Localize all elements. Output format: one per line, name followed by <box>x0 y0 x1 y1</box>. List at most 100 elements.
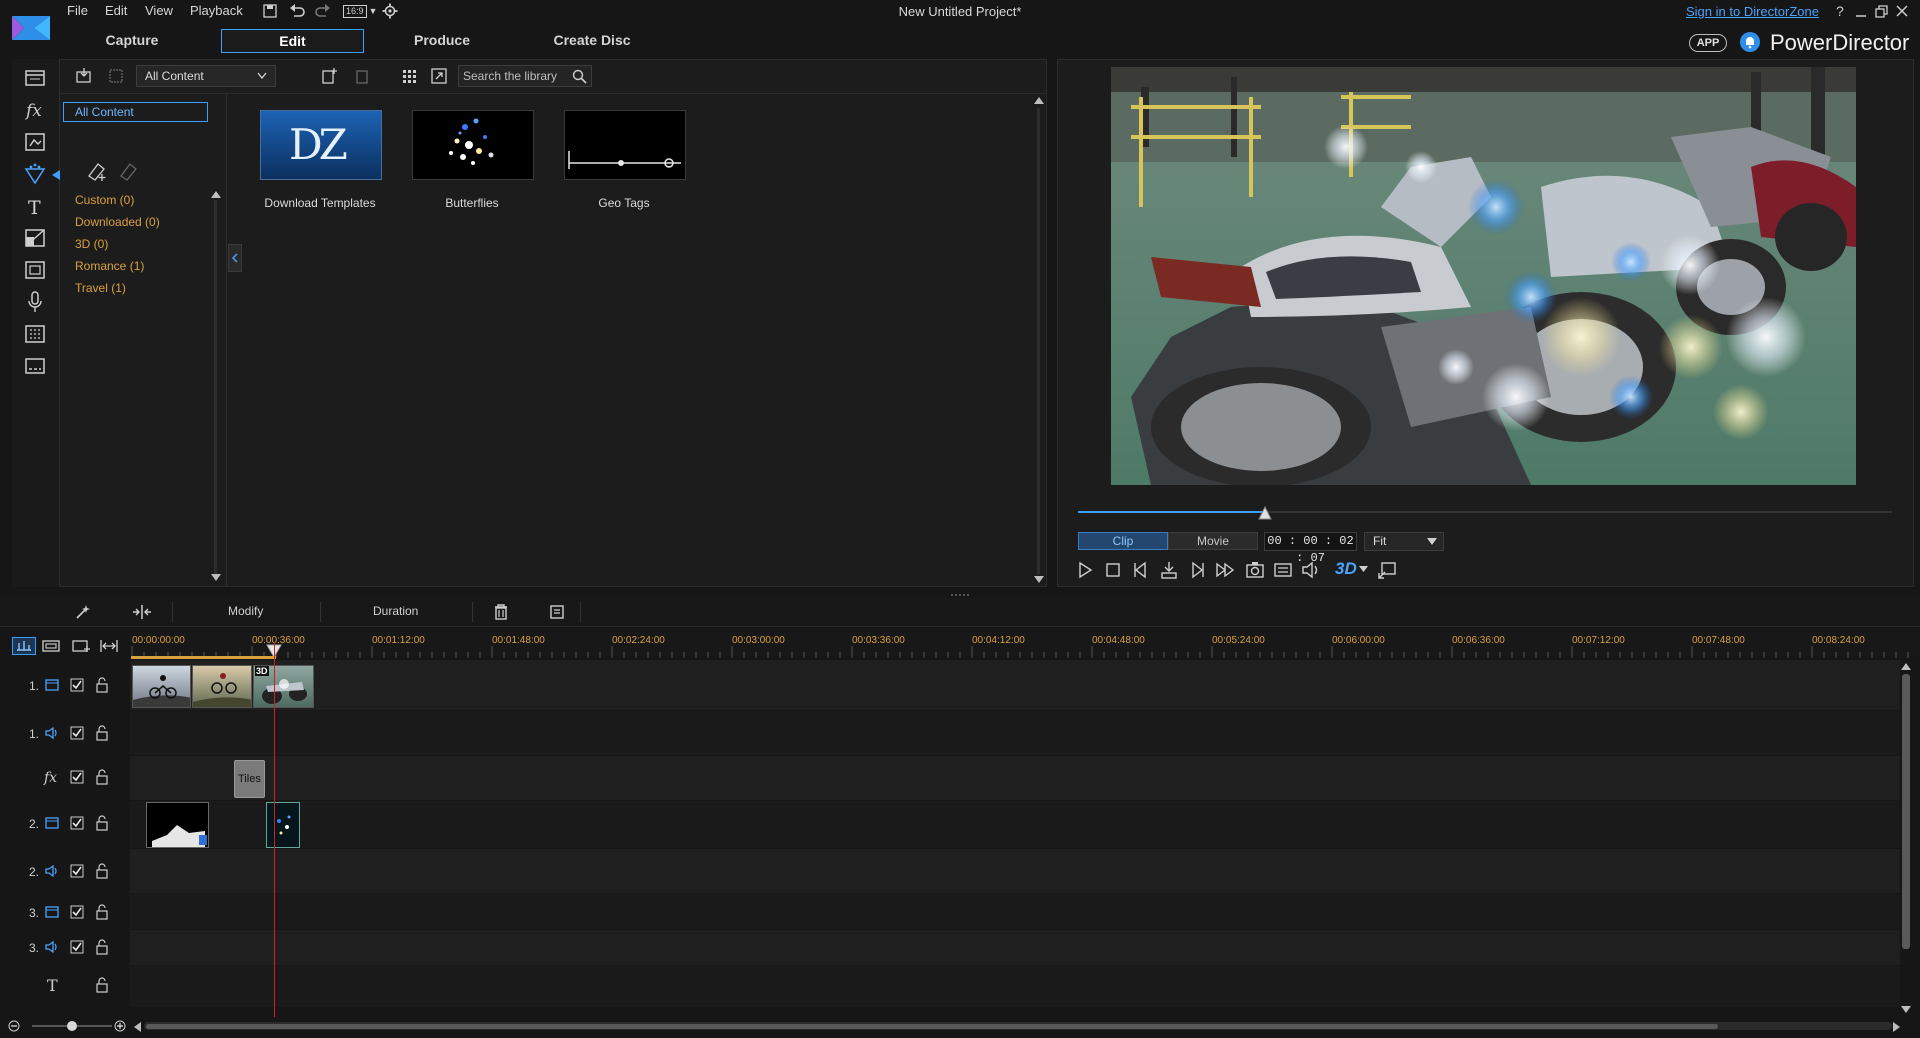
more-features-icon[interactable] <box>548 603 566 621</box>
library-scrollbar[interactable] <box>1037 108 1040 574</box>
preview-video-frame[interactable] <box>1111 67 1856 485</box>
video-clip-butterflies[interactable] <box>266 802 300 848</box>
minimize-icon[interactable] <box>1855 6 1867 18</box>
track-video-3[interactable] <box>130 894 1900 930</box>
collapse-panel-button[interactable] <box>228 244 242 272</box>
menu-edit[interactable]: Edit <box>105 3 127 18</box>
expand-library-icon[interactable] <box>430 67 448 85</box>
add-new-template-icon[interactable] <box>320 67 338 85</box>
restore-icon[interactable] <box>1875 5 1888 18</box>
work-area-range[interactable] <box>131 656 276 659</box>
aspect-ratio-selector[interactable]: 16:9 ▼ <box>343 3 377 19</box>
plugins-icon[interactable] <box>107 67 125 85</box>
category-scroll-down-icon[interactable] <box>211 574 221 582</box>
chevron-down-icon[interactable] <box>1359 566 1368 573</box>
remove-tag-icon[interactable] <box>118 160 140 182</box>
app-button[interactable]: APP <box>1689 34 1727 52</box>
track-title[interactable] <box>130 966 1900 1008</box>
transition-room-icon[interactable] <box>22 225 48 251</box>
volume-icon[interactable] <box>1300 559 1322 581</box>
title-room-icon[interactable]: T <box>22 193 48 219</box>
video-clip-bmx-2[interactable] <box>192 665 252 708</box>
video-clip-bmx-1[interactable] <box>132 665 191 708</box>
notification-bell-icon[interactable] <box>1739 31 1761 53</box>
track-enable-checkbox[interactable] <box>70 726 84 740</box>
magic-tools-icon[interactable] <box>74 603 92 621</box>
next-frame-icon[interactable] <box>1186 559 1208 581</box>
import-media-icon[interactable] <box>75 67 93 85</box>
help-button[interactable]: ? <box>1836 3 1844 19</box>
play-icon[interactable] <box>1074 559 1096 581</box>
thumbnail-view-icon[interactable] <box>400 67 418 85</box>
split-tool-icon[interactable] <box>131 603 153 621</box>
video-clip-motorbikes[interactable]: 3D <box>253 665 314 708</box>
timecode-input[interactable]: 00 : 00 : 02 : 07 <box>1264 532 1357 565</box>
track-enable-checkbox[interactable] <box>70 940 84 954</box>
timeline-scroll-down-icon[interactable] <box>1901 1006 1911 1014</box>
track-lock-icon[interactable] <box>95 977 109 993</box>
fit-timeline-icon[interactable] <box>98 637 120 655</box>
seek-slider-handle[interactable] <box>1258 506 1272 520</box>
category-downloaded[interactable]: Downloaded (0) <box>75 215 160 229</box>
track-lock-icon[interactable] <box>95 769 109 785</box>
undo-icon[interactable] <box>288 3 306 19</box>
subtitle-toggle-icon[interactable] <box>1272 559 1294 581</box>
track-enable-checkbox[interactable] <box>70 905 84 919</box>
modify-button[interactable]: Modify <box>228 604 263 618</box>
timeline-scroll-up-icon[interactable] <box>1901 662 1911 670</box>
previous-frame-icon[interactable] <box>1130 559 1152 581</box>
search-icon[interactable] <box>572 69 587 84</box>
tab-capture[interactable]: Capture <box>62 29 202 53</box>
media-room-icon[interactable] <box>22 65 48 91</box>
library-scroll-up-icon[interactable] <box>1034 96 1044 104</box>
category-scroll-up-icon[interactable] <box>211 190 221 198</box>
duration-button[interactable]: Duration <box>373 604 418 618</box>
track-lock-icon[interactable] <box>95 863 109 879</box>
video-clip-geo-tags[interactable] <box>146 802 209 848</box>
track-video-1[interactable] <box>130 660 1900 711</box>
track-enable-checkbox[interactable] <box>70 816 84 830</box>
timeline-view-button[interactable] <box>12 637 36 655</box>
track-audio-3[interactable] <box>130 930 1900 966</box>
tab-produce[interactable]: Produce <box>372 29 512 53</box>
category-all-content[interactable]: All Content <box>63 102 208 122</box>
track-lock-icon[interactable] <box>95 939 109 955</box>
track-manager-icon[interactable] <box>70 637 92 655</box>
track-lock-icon[interactable] <box>95 904 109 920</box>
category-3d[interactable]: 3D (0) <box>75 237 108 251</box>
add-tag-icon[interactable] <box>86 160 108 182</box>
track-audio-1[interactable] <box>130 711 1900 756</box>
butterflies-thumbnail[interactable] <box>412 110 534 180</box>
content-filter-dropdown[interactable]: All Content <box>136 65 276 87</box>
modify-template-icon[interactable] <box>354 67 372 85</box>
zoom-out-icon[interactable] <box>8 1020 20 1032</box>
download-templates-thumbnail[interactable]: DZ <box>260 110 382 180</box>
track-lock-icon[interactable] <box>95 815 109 831</box>
track-enable-checkbox[interactable] <box>70 678 84 692</box>
track-enable-checkbox[interactable] <box>70 864 84 878</box>
stop-icon[interactable] <box>1102 559 1124 581</box>
chapter-room-icon[interactable] <box>22 321 48 347</box>
track-fx[interactable] <box>130 756 1900 801</box>
storyboard-view-icon[interactable] <box>40 637 62 655</box>
track-lock-icon[interactable] <box>95 677 109 693</box>
delete-trash-icon[interactable] <box>492 603 510 621</box>
fast-forward-icon[interactable] <box>1214 559 1236 581</box>
scroll-left-icon[interactable] <box>133 1022 141 1032</box>
pip-room-icon[interactable] <box>22 129 48 155</box>
menu-playback[interactable]: Playback <box>190 3 243 18</box>
track-audio-2[interactable] <box>130 849 1900 894</box>
save-icon[interactable] <box>262 3 278 19</box>
sign-in-link[interactable]: Sign in to DirectorZone <box>1686 4 1819 19</box>
category-romance[interactable]: Romance (1) <box>75 259 144 273</box>
timeline-scroll-thumb[interactable] <box>146 1024 1718 1029</box>
track-video-2[interactable] <box>130 801 1900 849</box>
undock-preview-icon[interactable] <box>1376 559 1398 581</box>
movie-mode-button[interactable]: Movie <box>1168 532 1258 550</box>
clip-mode-button[interactable]: Clip <box>1078 532 1168 550</box>
timeline-vertical-scrollbar[interactable] <box>1902 674 1910 949</box>
settings-gear-icon[interactable] <box>382 3 398 19</box>
fx-room-icon[interactable]: fx <box>22 97 48 123</box>
particle-room-icon[interactable] <box>22 161 48 187</box>
tab-edit[interactable]: Edit <box>221 29 364 53</box>
